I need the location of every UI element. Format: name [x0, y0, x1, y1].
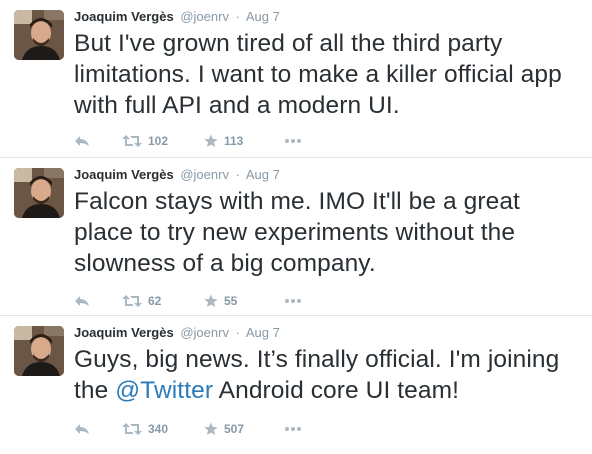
- retweet-icon: [122, 295, 142, 307]
- more-dots-icon: [285, 427, 301, 431]
- retweet-button[interactable]: 102: [122, 131, 204, 151]
- retweet-count: 340: [148, 422, 169, 436]
- reply-icon: [75, 296, 89, 306]
- tweet-header: Joaquim Vergès @joenrv · Aug 7: [74, 324, 280, 342]
- tweet-actions: 340 507: [74, 419, 302, 439]
- tweet-item[interactable]: Joaquim Vergès @joenrv · Aug 7 Guys, big…: [0, 316, 592, 454]
- favorite-star-icon: [204, 134, 218, 147]
- user-fullname[interactable]: Joaquim Vergès: [74, 325, 174, 340]
- favorite-star-icon: [204, 422, 218, 435]
- header-separator: ·: [235, 325, 240, 340]
- user-handle[interactable]: @joenrv: [180, 167, 229, 182]
- more-button[interactable]: [284, 291, 302, 311]
- reply-icon: [75, 136, 89, 146]
- tweet-text-body: Falcon stays with me. IMO It'll be a gre…: [74, 188, 520, 277]
- tweet-item[interactable]: Joaquim Vergès @joenrv · Aug 7 But I've …: [0, 0, 592, 158]
- favorite-count: 55: [224, 294, 238, 308]
- header-separator: ·: [235, 167, 240, 182]
- tweet-header: Joaquim Vergès @joenrv · Aug 7: [74, 166, 280, 184]
- favorite-button[interactable]: 113: [204, 131, 284, 151]
- favorite-button[interactable]: 55: [204, 291, 284, 311]
- user-handle[interactable]: @joenrv: [180, 9, 229, 24]
- tweet-text: Guys, big news. It’s finally official. I…: [74, 344, 584, 406]
- tweet-timestamp[interactable]: Aug 7: [246, 325, 280, 340]
- tweet-header: Joaquim Vergès @joenrv · Aug 7: [74, 8, 280, 26]
- tweet-text: But I've grown tired of all the third pa…: [74, 28, 584, 121]
- tweet-text-body: But I've grown tired of all the third pa…: [74, 30, 562, 119]
- reply-icon: [75, 424, 89, 434]
- reply-button[interactable]: [74, 131, 122, 151]
- tweet-actions: 102 113: [74, 131, 302, 151]
- favorite-star-icon: [204, 294, 218, 307]
- tweet-timeline: Joaquim Vergès @joenrv · Aug 7 But I've …: [0, 0, 592, 454]
- reply-button[interactable]: [74, 419, 122, 439]
- more-dots-icon: [285, 299, 301, 303]
- favorite-button[interactable]: 507: [204, 419, 284, 439]
- retweet-count: 102: [148, 134, 169, 148]
- avatar[interactable]: [14, 326, 64, 376]
- header-separator: ·: [235, 9, 240, 24]
- retweet-icon: [122, 135, 142, 147]
- user-handle[interactable]: @joenrv: [180, 325, 229, 340]
- tweet-timestamp[interactable]: Aug 7: [246, 167, 280, 182]
- tweet-mention-link[interactable]: @Twitter: [115, 377, 213, 404]
- avatar[interactable]: [14, 168, 64, 218]
- tweet-text-tail: Android core UI team!: [213, 377, 460, 404]
- more-button[interactable]: [284, 131, 302, 151]
- retweet-icon: [122, 423, 142, 435]
- favorite-count: 507: [224, 422, 245, 436]
- avatar[interactable]: [14, 10, 64, 60]
- tweet-timestamp[interactable]: Aug 7: [246, 9, 280, 24]
- tweet-item[interactable]: Joaquim Vergès @joenrv · Aug 7 Falcon st…: [0, 158, 592, 316]
- avatar-photo-icon: [14, 10, 64, 60]
- retweet-button[interactable]: 340: [122, 419, 204, 439]
- user-fullname[interactable]: Joaquim Vergès: [74, 9, 174, 24]
- user-fullname[interactable]: Joaquim Vergès: [74, 167, 174, 182]
- avatar-photo-icon: [14, 168, 64, 218]
- tweet-text: Falcon stays with me. IMO It'll be a gre…: [74, 186, 584, 279]
- favorite-count: 113: [224, 134, 244, 148]
- avatar-photo-icon: [14, 326, 64, 376]
- reply-button[interactable]: [74, 291, 122, 311]
- tweet-actions: 62 55: [74, 291, 302, 311]
- more-dots-icon: [285, 139, 301, 143]
- retweet-button[interactable]: 62: [122, 291, 204, 311]
- more-button[interactable]: [284, 419, 302, 439]
- retweet-count: 62: [148, 294, 162, 308]
